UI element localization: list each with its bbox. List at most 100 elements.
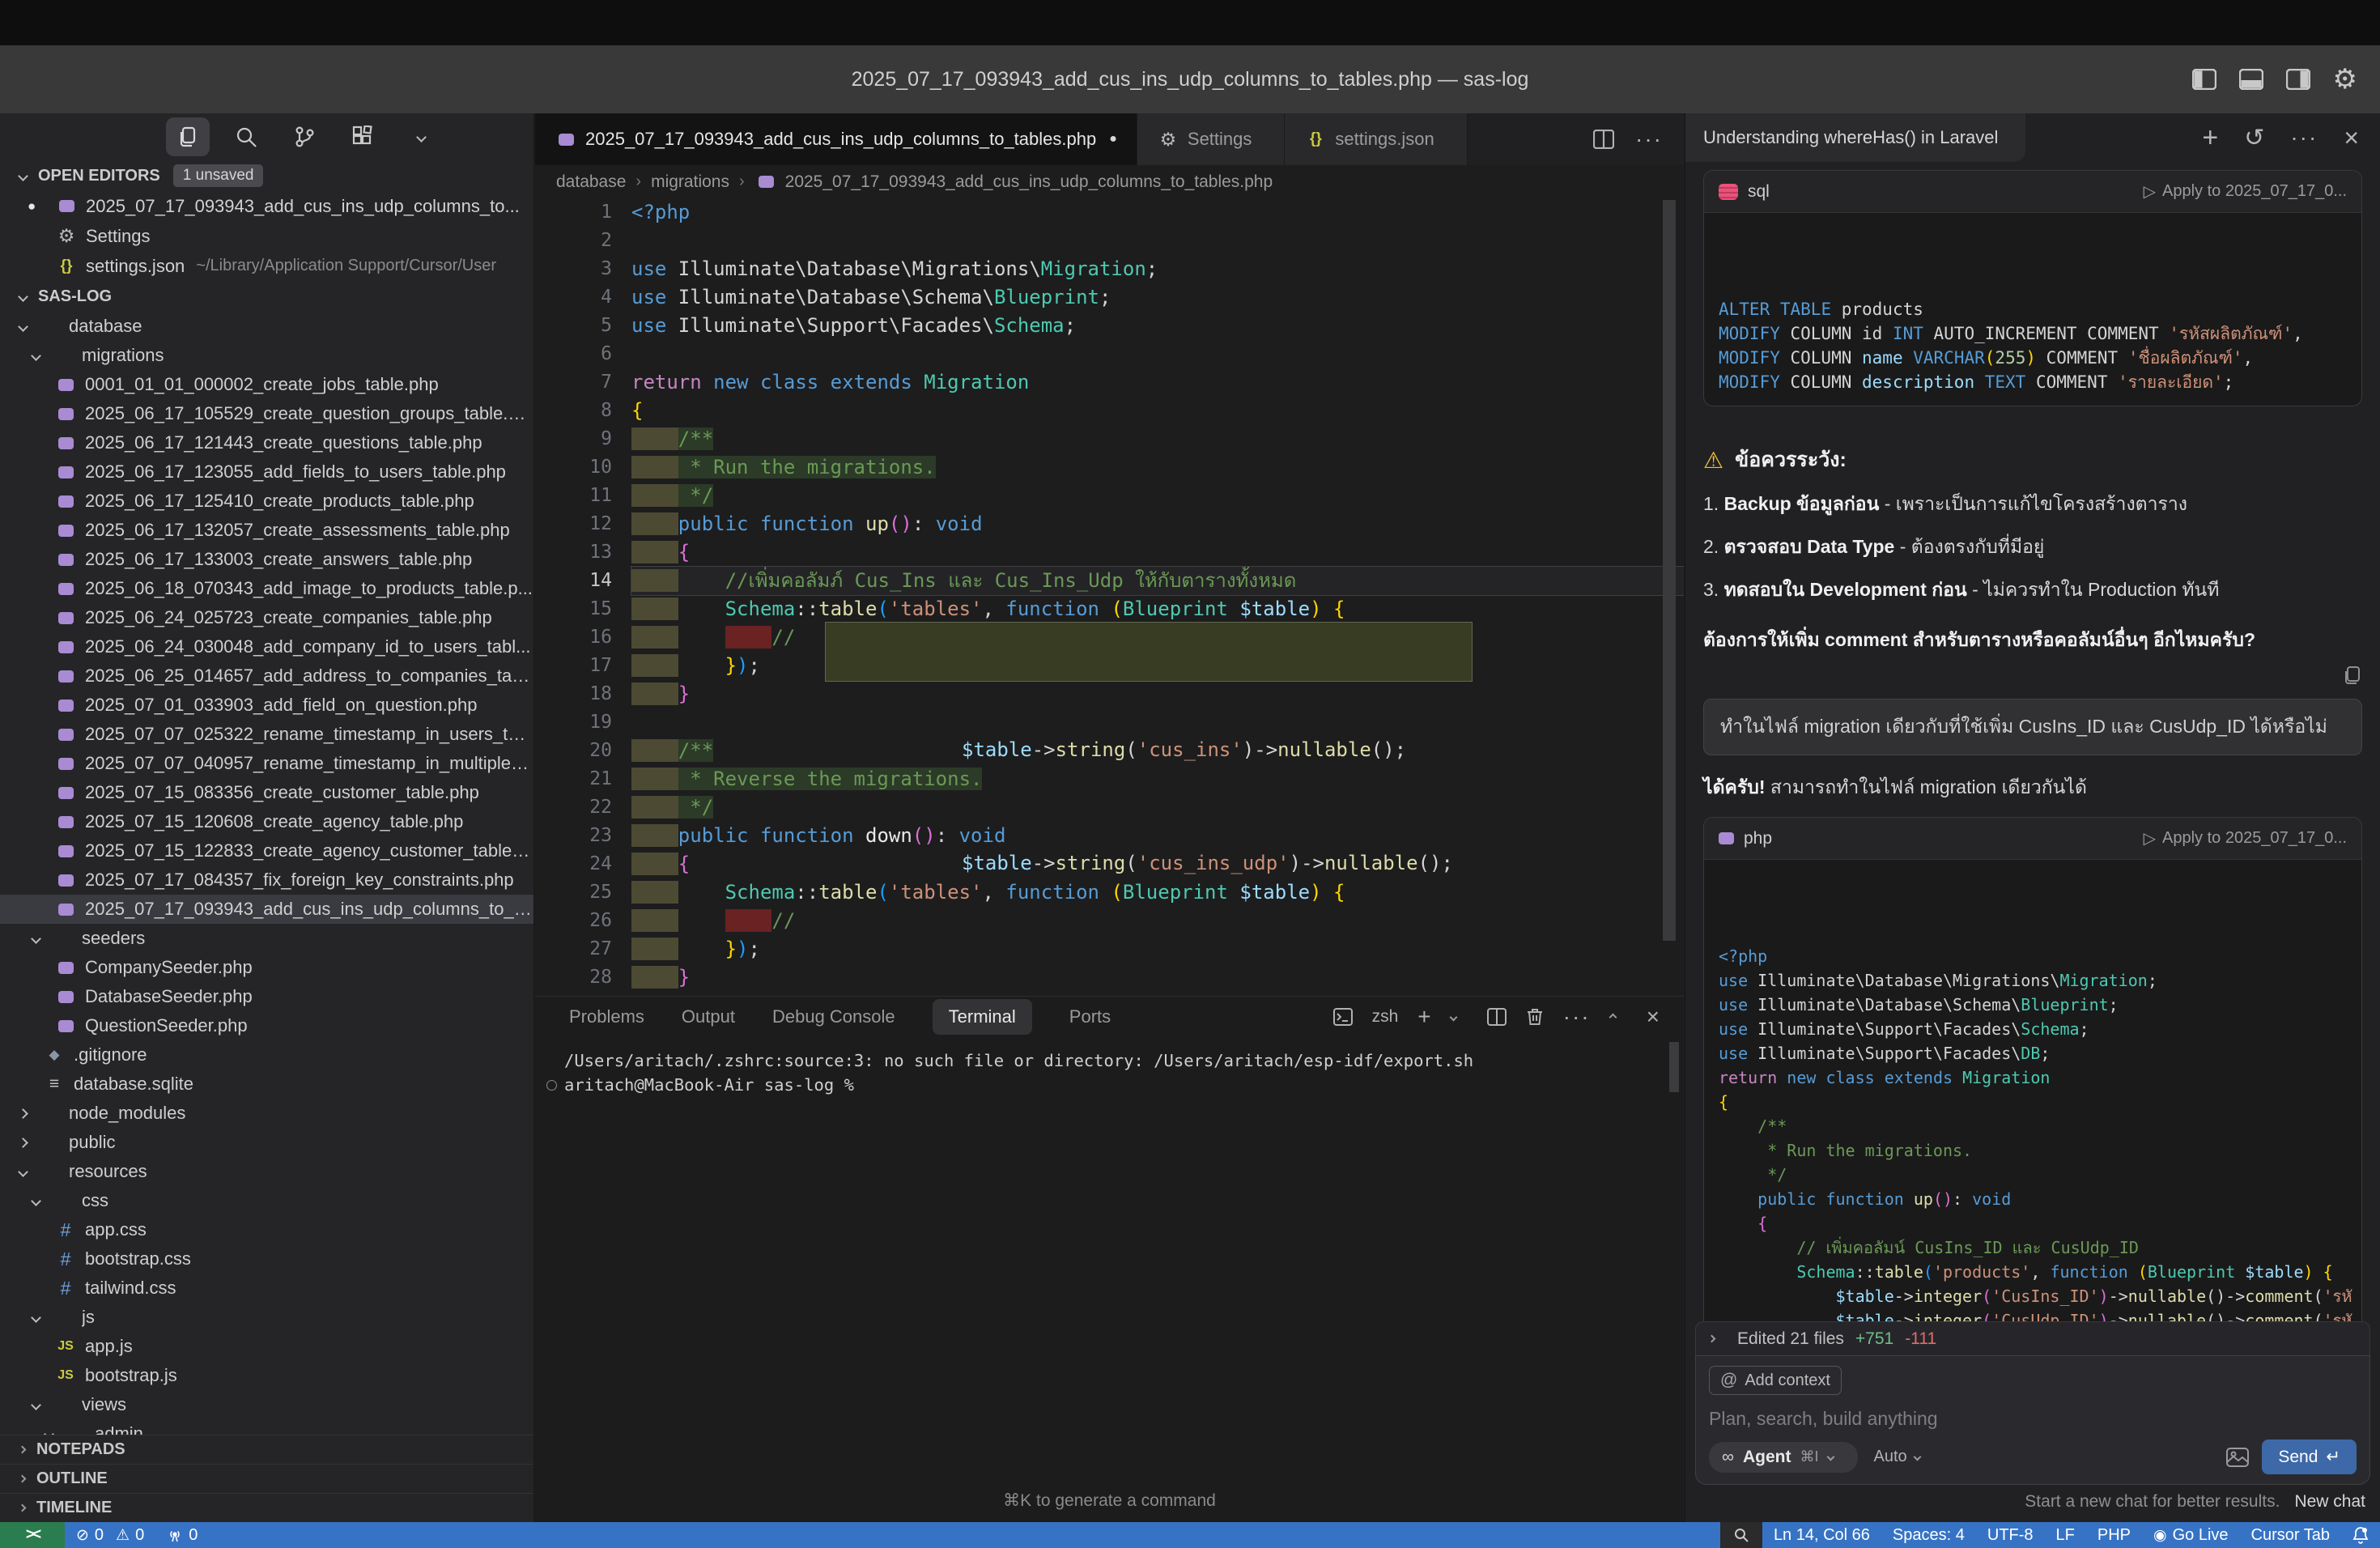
breadcrumb-folder[interactable]: migrations — [651, 172, 729, 192]
tree-row[interactable]: 2025_06_17_121443_create_questions_table… — [0, 428, 533, 457]
terminal-output[interactable]: /Users/aritach/.zshrc:source:3: no such … — [535, 1037, 1684, 1097]
cursor-tab-status[interactable]: Cursor Tab — [2240, 1522, 2341, 1548]
code-editor[interactable]: 1 <?php 2 3 use Illuminate\Database\Migr… — [535, 198, 1684, 996]
split-terminal-icon[interactable] — [1487, 1008, 1507, 1026]
tree-row[interactable]: 2025_06_17_133003_create_answers_table.p… — [0, 545, 533, 574]
editor-scrollbar[interactable] — [1663, 200, 1676, 941]
kill-terminal-icon[interactable] — [1526, 1007, 1544, 1027]
tree-row[interactable]: 2025_06_17_105529_create_question_groups… — [0, 399, 533, 428]
history-icon[interactable]: ↺ — [2244, 124, 2264, 152]
toggle-left-panel-icon[interactable] — [2192, 69, 2216, 90]
tree-row[interactable]: 2025_07_17_093943_add_cus_ins_udp_column… — [0, 895, 533, 924]
close-panel-icon[interactable]: × — [1647, 1004, 1660, 1030]
tree-row[interactable]: QuestionSeeder.php — [0, 1011, 533, 1040]
attach-image-icon[interactable] — [2226, 1448, 2249, 1467]
search-icon[interactable] — [224, 117, 268, 156]
chat-tab[interactable]: Understanding whereHas() in Laravel — [1685, 113, 2025, 162]
tree-row[interactable]: js — [0, 1303, 533, 1332]
toggle-bottom-panel-icon[interactable] — [2239, 69, 2263, 90]
split-editor-icon[interactable] — [1593, 130, 1614, 149]
language-mode[interactable]: PHP — [2086, 1522, 2142, 1548]
more-actions-icon[interactable]: ··· — [1635, 126, 1663, 152]
breadcrumb-folder[interactable]: database — [556, 172, 626, 192]
new-chat-icon[interactable]: + — [2202, 122, 2218, 154]
terminal-scrollbar[interactable] — [1669, 1042, 1679, 1092]
send-button[interactable]: Send↵ — [2262, 1440, 2357, 1474]
settings-gear-icon[interactable]: ⚙ — [2333, 63, 2357, 96]
tree-row[interactable]: 2025_07_15_122833_create_agency_customer… — [0, 836, 533, 865]
notifications[interactable] — [2341, 1522, 2380, 1548]
code-line[interactable]: 10 * Run the migrations. — [535, 453, 1684, 482]
tree-row[interactable]: DatabaseSeeder.php — [0, 982, 533, 1011]
source-control-icon[interactable] — [283, 117, 326, 156]
tree-row[interactable]: 2025_06_25_014657_add_address_to_compani… — [0, 661, 533, 691]
terminal-dropdown-icon[interactable] — [1449, 1013, 1457, 1021]
tree-row[interactable]: JS bootstrap.js — [0, 1361, 533, 1390]
breadcrumb[interactable]: database › migrations › 2025_07_17_09394… — [535, 165, 1684, 198]
open-editor-item[interactable]: ● 2025_07_17_093943_add_cus_ins_udp_colu… — [0, 191, 533, 221]
tree-row[interactable]: seeders — [0, 924, 533, 953]
tree-row[interactable]: 2025_07_17_084357_fix_foreign_key_constr… — [0, 865, 533, 895]
project-section-header[interactable]: SAS-LOG — [0, 281, 533, 312]
panel-tab[interactable]: Debug Console — [772, 1006, 895, 1027]
tree-row[interactable]: 2025_06_17_132057_create_assessments_tab… — [0, 516, 533, 545]
indentation[interactable]: Spaces: 4 — [1881, 1522, 1976, 1548]
code-line[interactable]: 3 use Illuminate\Database\Migrations\Mig… — [535, 255, 1684, 283]
tree-row[interactable]: # app.css — [0, 1215, 533, 1244]
zoom-status[interactable] — [1720, 1522, 1762, 1548]
eol-sequence[interactable]: LF — [2045, 1522, 2086, 1548]
code-line[interactable]: 13 { — [535, 538, 1684, 567]
tree-row[interactable]: node_modules — [0, 1099, 533, 1128]
open-editor-item[interactable]: ⚙ Settings — [0, 221, 533, 251]
new-chat-link[interactable]: New chat — [2294, 1492, 2365, 1512]
more-actions-icon[interactable]: ··· — [2290, 125, 2318, 151]
open-editors-header[interactable]: OPEN EDITORS 1 unsaved — [0, 160, 533, 191]
code-line[interactable]: 6 — [535, 340, 1684, 368]
tree-row[interactable]: css — [0, 1186, 533, 1215]
code-line[interactable]: 15 Schema::table('tables', function (Blu… — [535, 595, 1684, 623]
editor-tab[interactable]: {} settings.json — [1285, 113, 1467, 165]
tree-row[interactable]: 2025_06_24_025723_create_companies_table… — [0, 603, 533, 632]
tree-row[interactable]: public — [0, 1128, 533, 1157]
code-line[interactable]: 11 */ — [535, 482, 1684, 510]
panel-tab[interactable]: Output — [682, 1006, 735, 1027]
tree-row[interactable]: 2025_07_15_083356_create_customer_table.… — [0, 778, 533, 807]
apply-button[interactable]: ▷Apply to 2025_07_17_0... — [2144, 181, 2347, 202]
new-terminal-icon[interactable]: + — [1417, 1004, 1430, 1030]
sidebar-section-header[interactable]: TIMELINE — [0, 1493, 534, 1522]
sidebar-section-header[interactable]: OUTLINE — [0, 1464, 534, 1493]
open-editor-item[interactable]: {} settings.json ~/Library/Application S… — [0, 251, 533, 281]
apply-button[interactable]: ▷Apply to 2025_07_17_0... — [2144, 828, 2347, 848]
problems-status[interactable]: ⊘0 ⚠0 — [65, 1522, 155, 1548]
code-line[interactable]: 9 /** — [535, 425, 1684, 453]
go-live[interactable]: ◉Go Live — [2142, 1522, 2240, 1548]
tree-row[interactable]: views — [0, 1390, 533, 1419]
tree-row[interactable]: database — [0, 312, 533, 341]
tree-row[interactable]: resources — [0, 1157, 533, 1186]
code-line[interactable]: 8 { — [535, 397, 1684, 425]
user-message[interactable]: ทำในไฟล์ migration เดียวกับที่ใช้เพิ่ม C… — [1703, 699, 2362, 755]
code-line[interactable]: 7 return new class extends Migration — [535, 368, 1684, 397]
breadcrumb-file[interactable]: 2025_07_17_093943_add_cus_ins_udp_column… — [785, 172, 1273, 192]
edited-files-bar[interactable]: Edited 21 files +751 -111 — [1695, 1321, 2370, 1355]
add-context-button[interactable]: @ Add context — [1709, 1366, 1842, 1395]
tree-row[interactable]: CompanySeeder.php — [0, 953, 533, 982]
agent-mode-selector[interactable]: ∞ Agent ⌘I — [1709, 1442, 1858, 1473]
copy-icon[interactable] — [2341, 665, 2362, 686]
more-actions-icon[interactable]: ··· — [1563, 1004, 1591, 1030]
tree-row[interactable]: 2025_06_17_123055_add_fields_to_users_ta… — [0, 457, 533, 487]
code-line[interactable]: 12 public function up(): void — [535, 510, 1684, 538]
model-selector[interactable]: Auto — [1874, 1448, 1932, 1466]
shell-name[interactable]: zsh — [1372, 1007, 1399, 1027]
panel-tab[interactable]: Problems — [569, 1006, 644, 1027]
tree-row[interactable]: 2025_07_07_025322_rename_timestamp_in_us… — [0, 720, 533, 749]
extensions-icon[interactable] — [341, 117, 385, 156]
remote-indicator[interactable]: >< — [0, 1522, 65, 1548]
chevron-down-icon[interactable] — [399, 117, 443, 156]
explorer-icon[interactable] — [166, 117, 210, 156]
tree-row[interactable]: # bootstrap.css — [0, 1244, 533, 1274]
chat-input[interactable]: @ Add context Plan, search, build anythi… — [1695, 1355, 2370, 1485]
tree-row[interactable]: 2025_07_15_120608_create_agency_table.ph… — [0, 807, 533, 836]
tree-row[interactable]: 2025_07_07_040957_rename_timestamp_in_mu… — [0, 749, 533, 778]
tree-row[interactable]: JS app.js — [0, 1332, 533, 1361]
